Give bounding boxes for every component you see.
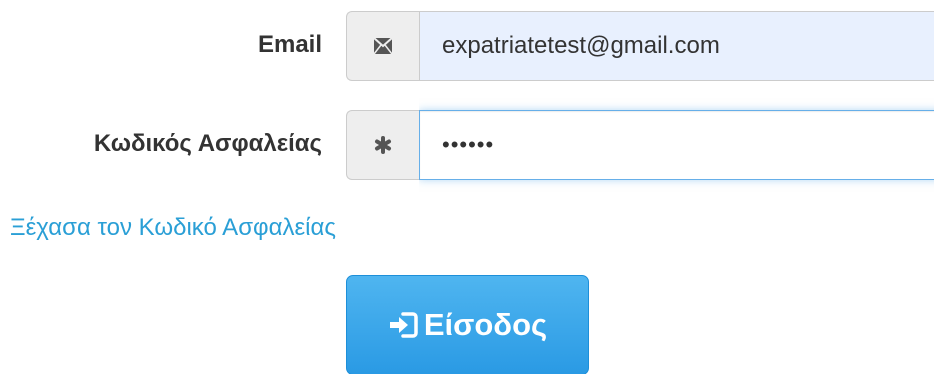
login-button-label: Είσοδος — [423, 307, 548, 342]
login-form: Email Κωδικός Ασφαλείας Ξέχασα τον Κωδικ… — [0, 0, 934, 374]
asterisk-icon — [375, 136, 391, 154]
password-input[interactable] — [419, 110, 934, 180]
email-label: Email — [257, 31, 322, 58]
email-addon — [346, 11, 419, 81]
email-input[interactable] — [419, 11, 934, 81]
login-button[interactable]: Είσοδος — [346, 275, 589, 374]
forgot-password-link[interactable]: Ξέχασα τον Κωδικό Ασφαλείας — [10, 214, 336, 242]
log-in-icon — [389, 312, 418, 338]
password-addon — [346, 110, 419, 180]
password-label: Κωδικός Ασφαλείας — [93, 130, 322, 157]
envelope-icon — [373, 37, 393, 55]
